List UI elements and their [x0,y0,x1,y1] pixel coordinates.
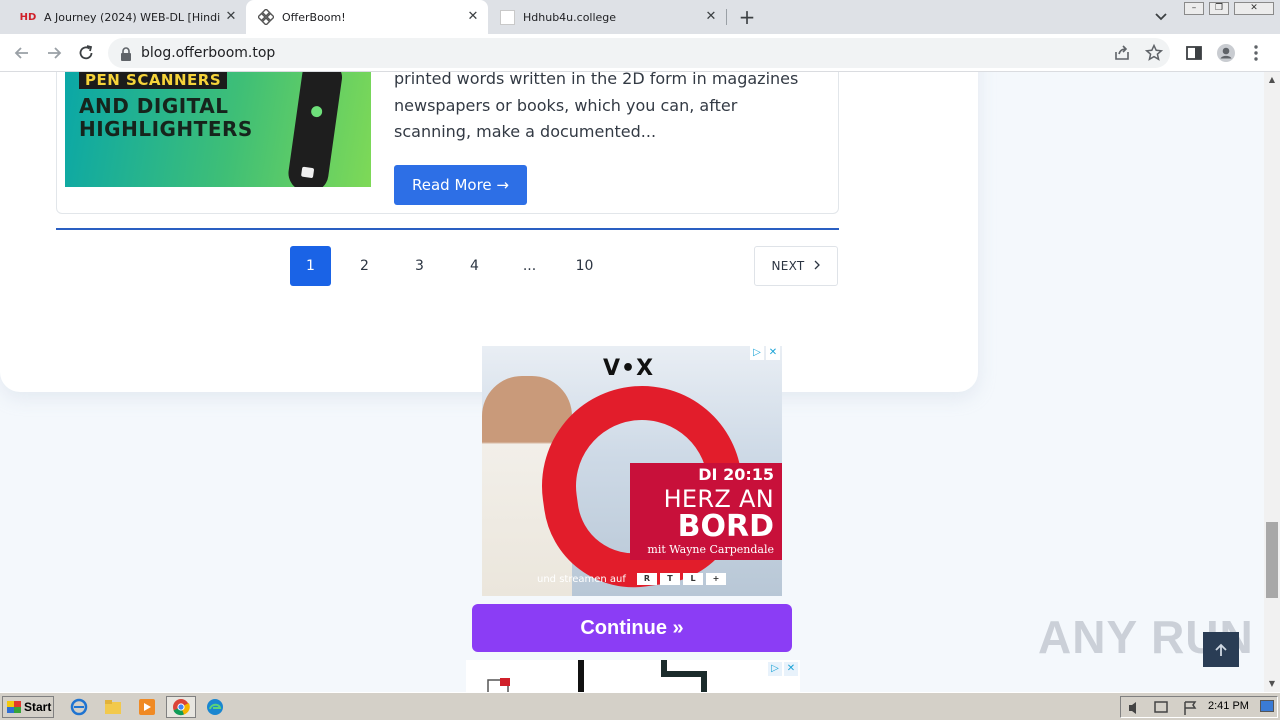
ad-close-icon[interactable]: ✕ [766,346,780,360]
rtl-letter: + [706,573,726,585]
thumbnail-line-2: HIGHLIGHTERS [79,117,253,141]
section-divider [56,228,839,230]
windows-logo-icon [7,701,21,713]
reload-icon[interactable] [76,43,96,63]
article-thumbnail[interactable]: PEN SCANNERS AND DIGITAL HIGHLIGHTERS [65,72,371,187]
pagination-ellipsis: ... [522,258,537,274]
tray-icons[interactable] [1125,698,1205,718]
thumbnail-line-1: AND DIGITAL [79,94,229,118]
continue-button[interactable]: Continue » [472,604,792,652]
article-excerpt: printed words written in the 2D form in … [394,72,799,141]
start-label: Start [24,700,52,714]
ad-brand-logo: V•X [603,356,655,381]
close-window-button[interactable]: ✕ [1234,2,1274,15]
page-scrollbar[interactable]: ▲ ▼ [1264,72,1280,692]
close-tab-icon[interactable]: ✕ [466,10,480,24]
browser-toolbar: blog.offerboom.top [0,34,1280,72]
chrome-taskbar-button[interactable] [166,696,196,718]
rtl-letter: T [660,573,680,585]
menu-kebab-icon[interactable] [1250,43,1262,63]
pen-tip [300,166,315,179]
pagination-next-button[interactable]: NEXT [754,246,838,286]
tab-title: OfferBoom! [282,10,346,24]
url-text: blog.offerboom.top [141,45,276,61]
adchoices-icon[interactable]: ▷ [768,662,782,676]
rtl-letter: L [683,573,703,585]
tab-title: Hdhub4u.college [523,10,617,24]
bookmark-star-icon[interactable] [1144,43,1164,63]
ad-close-icon[interactable]: ✕ [784,662,798,676]
share-icon[interactable] [1112,43,1132,63]
media-player-icon[interactable] [136,697,158,717]
adchoices-icon[interactable]: ▷ [750,346,764,360]
tab-offerboom[interactable]: OfferBoom! ✕ [246,0,488,34]
offerboom-favicon-icon [258,9,274,25]
new-tab-button[interactable]: + [736,7,758,27]
minimize-window-button[interactable]: – [1184,2,1204,15]
read-more-button[interactable]: Read More → [394,165,527,205]
forward-arrow-icon[interactable] [44,43,64,63]
close-tab-icon[interactable]: ✕ [704,10,718,24]
tab-title: A Journey (2024) WEB-DL [Hindi (OR [44,10,222,24]
ad-subline: mit Wayne Carpendale [647,543,774,556]
ad-stream-text: und streamen auf [537,574,626,585]
file-explorer-icon[interactable] [102,697,124,717]
show-desktop-icon[interactable] [1260,700,1274,712]
pagination-page-10[interactable]: 10 [564,246,605,286]
tab-separator [726,9,727,25]
ad-rtl-logo: R T L + [637,573,726,585]
pagination-page-4[interactable]: 4 [454,246,495,286]
ad-banner-vox[interactable]: V•X DI 20:15 HERZ AN BORD mit Wayne Carp… [482,346,782,596]
tab-hdhub-movie[interactable]: HD A Journey (2024) WEB-DL [Hindi (OR ✕ [8,0,246,34]
tab-search-chevron-icon[interactable] [1152,9,1170,25]
close-tab-icon[interactable]: ✕ [224,10,238,24]
tab-strip: HD A Journey (2024) WEB-DL [Hindi (OR ✕ … [0,0,1280,34]
windows-taskbar: Start 2:41 PM [0,692,1280,720]
internet-explorer-icon[interactable] [68,697,90,717]
tab-hdhub4u[interactable]: Hdhub4u.college ✕ [488,0,726,34]
chevron-right-icon [813,259,821,273]
ad-bottom-graphic-icon [487,660,707,692]
scrollbar-thumb[interactable] [1266,522,1278,598]
pagination-page-1[interactable]: 1 [290,246,331,286]
page-viewport: PEN SCANNERS AND DIGITAL HIGHLIGHTERS pr… [0,72,1264,692]
system-tray [1120,696,1278,718]
arrow-up-icon [1215,643,1227,656]
side-panel-icon[interactable] [1184,43,1204,63]
scroll-down-arrow-icon[interactable]: ▼ [1264,676,1280,692]
ad-banner-bottom[interactable]: ▷ ✕ [466,660,800,692]
hd-favicon-icon: HD [19,11,37,23]
ad-airtime-box: DI 20:15 HERZ AN BORD mit Wayne Carpenda… [630,463,782,560]
lock-icon[interactable] [120,46,132,61]
scroll-to-top-button[interactable] [1203,632,1239,667]
edge-icon[interactable] [204,697,226,717]
address-bar[interactable]: blog.offerboom.top [108,38,1170,68]
pagination-page-2[interactable]: 2 [344,246,385,286]
pen-led [310,105,323,118]
blank-favicon-icon [500,9,515,25]
next-label: NEXT [771,259,805,273]
profile-avatar-icon[interactable] [1216,43,1236,63]
thumbnail-tag: PEN SCANNERS [79,72,228,89]
ad-headline-2: BORD [677,509,774,544]
back-arrow-icon[interactable] [12,43,32,63]
pagination-page-3[interactable]: 3 [399,246,440,286]
restore-window-button[interactable]: ❐ [1209,2,1229,15]
rtl-letter: R [637,573,657,585]
scroll-up-arrow-icon[interactable]: ▲ [1264,72,1280,88]
taskbar-clock: 2:41 PM [1208,700,1249,712]
chrome-icon [173,699,190,716]
start-button[interactable]: Start [2,696,54,718]
pen-scanner-image [286,72,344,187]
ad-time: DI 20:15 [698,465,774,484]
